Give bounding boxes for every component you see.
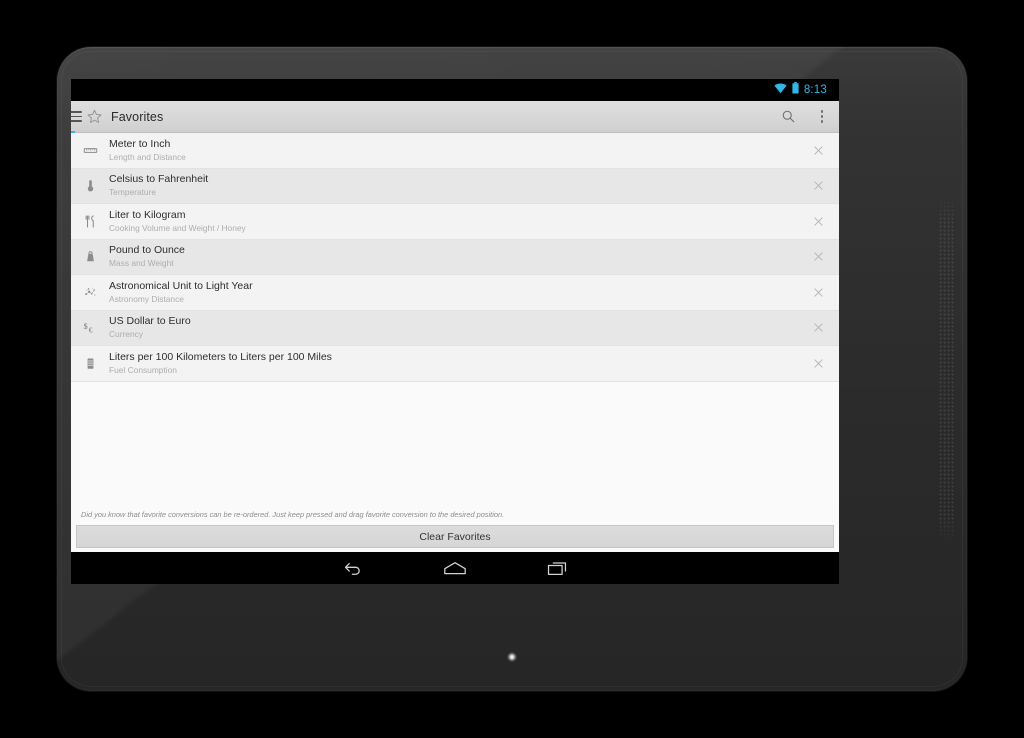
- remove-favorite-button[interactable]: [797, 346, 839, 381]
- favorite-row[interactable]: $ € US Dollar to Euro Currency: [71, 310, 839, 346]
- remove-favorite-button[interactable]: [797, 168, 839, 203]
- favorite-subtitle: Fuel Consumption: [109, 364, 177, 375]
- favorite-row-text: US Dollar to Euro Currency: [109, 315, 797, 340]
- hamburger-menu-icon[interactable]: [71, 101, 84, 133]
- page-title: Favorites: [111, 109, 164, 124]
- favorite-row-text: Pound to Ounce Mass and Weight: [109, 244, 797, 269]
- remove-favorite-button[interactable]: [797, 310, 839, 345]
- cutlery-icon: [71, 214, 109, 229]
- back-arrow-icon[interactable]: [331, 553, 375, 583]
- favorite-title: Astronomical Unit to Light Year: [109, 279, 253, 292]
- favorite-subtitle: Currency: [109, 329, 143, 340]
- status-bar-clock: 8:13: [803, 84, 827, 96]
- weight-icon: [71, 249, 109, 264]
- favorite-title: Meter to Inch: [109, 137, 171, 150]
- favorite-row-text: Meter to Inch Length and Distance: [109, 138, 797, 163]
- favorite-title: Liter to Kilogram: [109, 208, 186, 221]
- favorite-row[interactable]: Celsius to Fahrenheit Temperature: [71, 168, 839, 204]
- constellation-icon: [71, 285, 109, 300]
- favorite-subtitle: Length and Distance: [109, 151, 186, 162]
- battery-icon: [792, 81, 799, 99]
- favorite-subtitle: Mass and Weight: [109, 258, 174, 269]
- favorite-row[interactable]: Meter to Inch Length and Distance: [71, 133, 839, 169]
- action-bar: Favorites: [71, 101, 839, 133]
- recent-apps-icon[interactable]: [535, 553, 579, 583]
- remove-favorite-button[interactable]: [797, 204, 839, 239]
- ruler-icon: [71, 143, 109, 158]
- android-navigation-bar: [71, 552, 839, 584]
- favorite-title: US Dollar to Euro: [109, 315, 191, 328]
- status-bar: 8:13: [71, 79, 839, 101]
- favorites-list: Meter to Inch Length and Distance Celsius …: [71, 133, 839, 382]
- currency-icon: $ €: [71, 320, 109, 335]
- fuel-canister-icon: [71, 356, 109, 371]
- clear-favorites-label: Clear Favorites: [419, 530, 491, 543]
- favorite-subtitle: Astronomy Distance: [109, 293, 184, 304]
- remove-favorite-button[interactable]: [797, 239, 839, 274]
- favorite-title: Liters per 100 Kilometers to Liters per …: [109, 350, 332, 363]
- favorite-row[interactable]: Liter to Kilogram Cooking Volume and Weig…: [71, 204, 839, 240]
- tablet-screen: 8:13 Favorites Meter to Inch Length and D…: [71, 79, 839, 552]
- svg-text:€: €: [88, 326, 92, 335]
- search-icon[interactable]: [771, 101, 805, 133]
- favorite-row-text: Liter to Kilogram Cooking Volume and Weig…: [109, 209, 797, 234]
- favorite-subtitle: Cooking Volume and Weight / Honey: [109, 222, 246, 233]
- screen-body: Meter to Inch Length and Distance Celsius …: [71, 133, 839, 552]
- notification-led-icon: [507, 652, 517, 662]
- reorder-hint-text: Did you know that favorite conversions c…: [81, 510, 505, 520]
- favorite-title: Pound to Ounce: [109, 244, 185, 257]
- list-empty-area: [71, 381, 839, 511]
- favorite-row[interactable]: Astronomical Unit to Light Year Astronomy…: [71, 275, 839, 311]
- svg-text:$: $: [83, 322, 87, 331]
- favorite-title: Celsius to Fahrenheit: [109, 173, 209, 186]
- remove-favorite-button[interactable]: [797, 133, 839, 168]
- clear-favorites-button[interactable]: Clear Favorites: [76, 525, 834, 548]
- favorite-row[interactable]: Liters per 100 Kilometers to Liters per …: [71, 346, 839, 382]
- remove-favorite-button[interactable]: [797, 275, 839, 310]
- home-icon[interactable]: [433, 553, 477, 583]
- wifi-icon: [774, 81, 787, 99]
- favorite-subtitle: Temperature: [109, 187, 157, 198]
- favorite-row-text: Celsius to Fahrenheit Temperature: [109, 173, 797, 198]
- favorite-row[interactable]: Pound to Ounce Mass and Weight: [71, 239, 839, 275]
- overflow-menu-icon[interactable]: [805, 101, 839, 133]
- favorite-row-text: Astronomical Unit to Light Year Astronomy…: [109, 280, 797, 305]
- favorite-row-text: Liters per 100 Kilometers to Liters per …: [109, 351, 797, 376]
- star-outline-icon: [86, 108, 103, 125]
- thermometer-icon: [71, 178, 109, 193]
- speaker-grille-right: [939, 197, 954, 542]
